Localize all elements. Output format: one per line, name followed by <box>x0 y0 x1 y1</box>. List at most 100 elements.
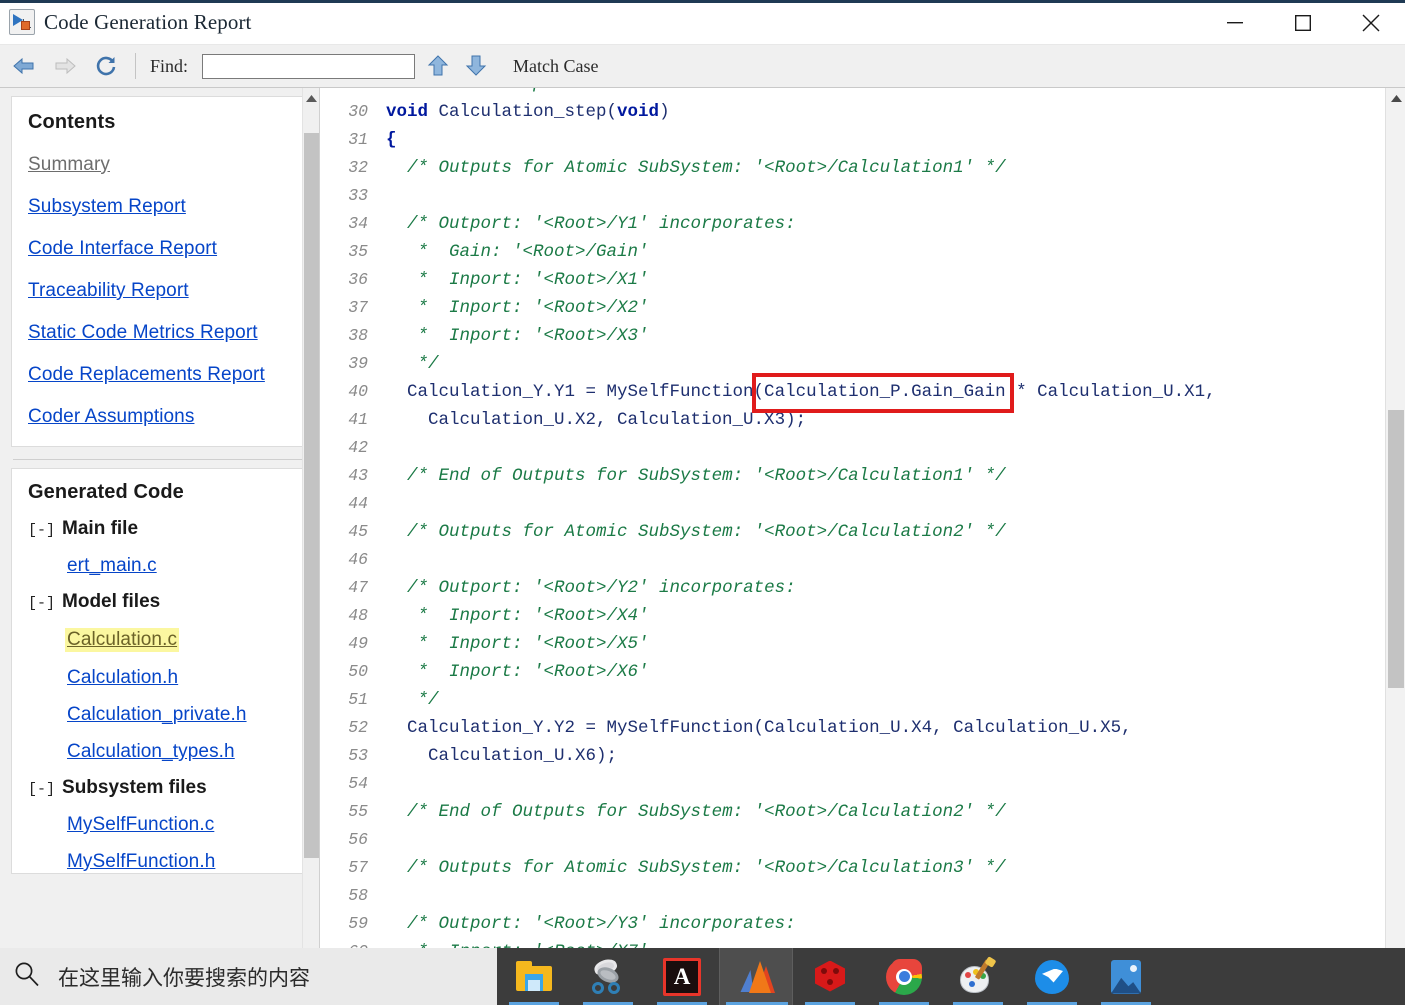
code-lines: 29 /* Model step function */ 30 void Calcu… <box>320 88 1405 948</box>
line-number: 46 <box>348 550 368 569</box>
code-line: 34 /* Outport: '<Root>/Y1' incorporates: <box>320 210 1405 238</box>
window-controls <box>1201 0 1405 45</box>
code-line: 29 /* Model step function */ <box>320 88 1405 98</box>
file-link-calculation-private-h[interactable]: Calculation_private.h <box>67 704 294 726</box>
code-line: 33 <box>320 182 1405 210</box>
line-number: 44 <box>348 494 368 513</box>
code-line: 59 /* Outport: '<Root>/Y3' incorporates: <box>320 910 1405 938</box>
code-token: /* Outputs for Atomic SubSystem: '<Root>… <box>407 158 1006 178</box>
tree-group-model-files[interactable]: [-] Model files <box>28 591 294 613</box>
code-line: 37 * Inport: '<Root>/X2' <box>320 294 1405 322</box>
main-content: Contents Summary Subsystem Report Code I… <box>0 88 1405 948</box>
collapse-toggle-icon[interactable]: [-] <box>28 782 55 797</box>
close-button[interactable] <box>1337 0 1405 45</box>
code-token: Calculation_Y.Y2 = MySelfFunction(Calcul… <box>386 718 1132 738</box>
code-token: void <box>617 102 660 122</box>
scroll-up-icon[interactable] <box>1386 91 1405 105</box>
scroll-up-icon[interactable] <box>303 91 319 105</box>
taskbar-item-3d-viewer[interactable] <box>793 948 867 1005</box>
toc-link-code-replacements-report[interactable]: Code Replacements Report <box>28 364 294 386</box>
code-line: 56 <box>320 826 1405 854</box>
line-number: 39 <box>348 354 368 373</box>
code-token: { <box>386 130 397 150</box>
sidebar: Contents Summary Subsystem Report Code I… <box>0 88 320 948</box>
code-scroll-thumb[interactable] <box>1388 410 1404 688</box>
line-number: 42 <box>348 438 368 457</box>
code-line: 31 { <box>320 126 1405 154</box>
taskbar-items: A <box>497 948 1163 1005</box>
snipping-tool-icon <box>589 956 627 996</box>
code-line: 55 /* End of Outputs for SubSystem: '<Ro… <box>320 798 1405 826</box>
toc-link-summary[interactable]: Summary <box>28 154 294 176</box>
line-number: 53 <box>348 746 368 765</box>
code-token: /* Outport: '<Root>/Y2' incorporates: <box>407 578 796 598</box>
line-number: 60 <box>320 938 368 948</box>
taskbar-item-matlab[interactable] <box>719 948 793 1005</box>
code-line: 36 * Inport: '<Root>/X1' <box>320 266 1405 294</box>
toc-link-traceability-report[interactable]: Traceability Report <box>28 280 294 302</box>
close-icon <box>1362 14 1380 31</box>
taskbar-item-snipping-tool[interactable] <box>571 948 645 1005</box>
line-number: 32 <box>348 158 368 177</box>
line-number: 51 <box>348 690 368 709</box>
back-button[interactable] <box>7 49 41 83</box>
toc-link-coder-assumptions[interactable]: Coder Assumptions <box>28 406 294 428</box>
google-chrome-icon <box>885 958 923 996</box>
forward-button[interactable] <box>48 49 82 83</box>
code-line: 49 * Inport: '<Root>/X5' <box>320 630 1405 658</box>
match-case-label[interactable]: Match Case <box>513 56 598 77</box>
maximize-button[interactable] <box>1269 0 1337 45</box>
tree-group-label: Subsystem files <box>62 777 207 798</box>
sidebar-scrollbar[interactable] <box>302 88 319 948</box>
toc-link-code-interface-report[interactable]: Code Interface Report <box>28 238 294 260</box>
refresh-button[interactable] <box>89 49 123 83</box>
find-next-button[interactable] <box>461 51 491 81</box>
code-token: void <box>386 102 429 122</box>
file-link-ert-main-c[interactable]: ert_main.c <box>67 555 294 577</box>
collapse-toggle-icon[interactable]: [-] <box>28 596 55 611</box>
file-link-myselffunction-h[interactable]: MySelfFunction.h <box>67 851 294 873</box>
file-link-calculation-c[interactable]: Calculation.c <box>65 628 180 652</box>
line-number: 31 <box>348 130 368 149</box>
line-number: 47 <box>348 578 368 597</box>
find-previous-button[interactable] <box>423 51 453 81</box>
taskbar-item-paint[interactable] <box>941 948 1015 1005</box>
window-title: Code Generation Report <box>44 9 252 34</box>
file-explorer-icon <box>515 958 553 996</box>
code-line: 35 * Gain: '<Root>/Gain' <box>320 238 1405 266</box>
taskbar-search-box[interactable]: 在这里输入你要搜索的内容 <box>0 948 497 1005</box>
file-link-calculation-h[interactable]: Calculation.h <box>67 667 294 689</box>
taskbar-item-photos[interactable] <box>1089 948 1163 1005</box>
taskbar-item-dingtalk[interactable] <box>1015 948 1089 1005</box>
file-link-calculation-types-h[interactable]: Calculation_types.h <box>67 741 294 763</box>
sidebar-scroll-thumb[interactable] <box>304 133 319 858</box>
taskbar-item-google-chrome[interactable] <box>867 948 941 1005</box>
code-line: 43 /* End of Outputs for SubSystem: '<Ro… <box>320 462 1405 490</box>
file-link-myselffunction-c[interactable]: MySelfFunction.c <box>67 814 294 836</box>
refresh-icon <box>96 56 116 76</box>
line-number: 33 <box>348 186 368 205</box>
minimize-button[interactable] <box>1201 0 1269 45</box>
simulink-block-icon <box>9 9 35 35</box>
search-input[interactable] <box>202 53 416 79</box>
code-token: Calculation_U.X6); <box>386 746 618 766</box>
taskbar-item-file-explorer[interactable] <box>497 948 571 1005</box>
tree-group-main-file[interactable]: [-] Main file <box>28 518 294 540</box>
code-line: 47 /* Outport: '<Root>/Y2' incorporates: <box>320 574 1405 602</box>
code-line: 30 void Calculation_step(void) <box>320 98 1405 126</box>
taskbar-item-adobe-acrobat[interactable]: A <box>645 948 719 1005</box>
code-token: /* Outport: '<Root>/Y1' incorporates: <box>407 214 796 234</box>
collapse-toggle-icon[interactable]: [-] <box>28 523 55 538</box>
tree-group-subsystem-files[interactable]: [-] Subsystem files <box>28 777 294 799</box>
title-accent-line <box>0 0 1405 3</box>
code-token: * Inport: '<Root>/X6' <box>417 662 649 682</box>
code-scrollbar[interactable] <box>1385 88 1405 948</box>
toc-link-static-code-metrics-report[interactable]: Static Code Metrics Report <box>28 322 294 344</box>
toc-link-subsystem-report[interactable]: Subsystem Report <box>28 196 294 218</box>
